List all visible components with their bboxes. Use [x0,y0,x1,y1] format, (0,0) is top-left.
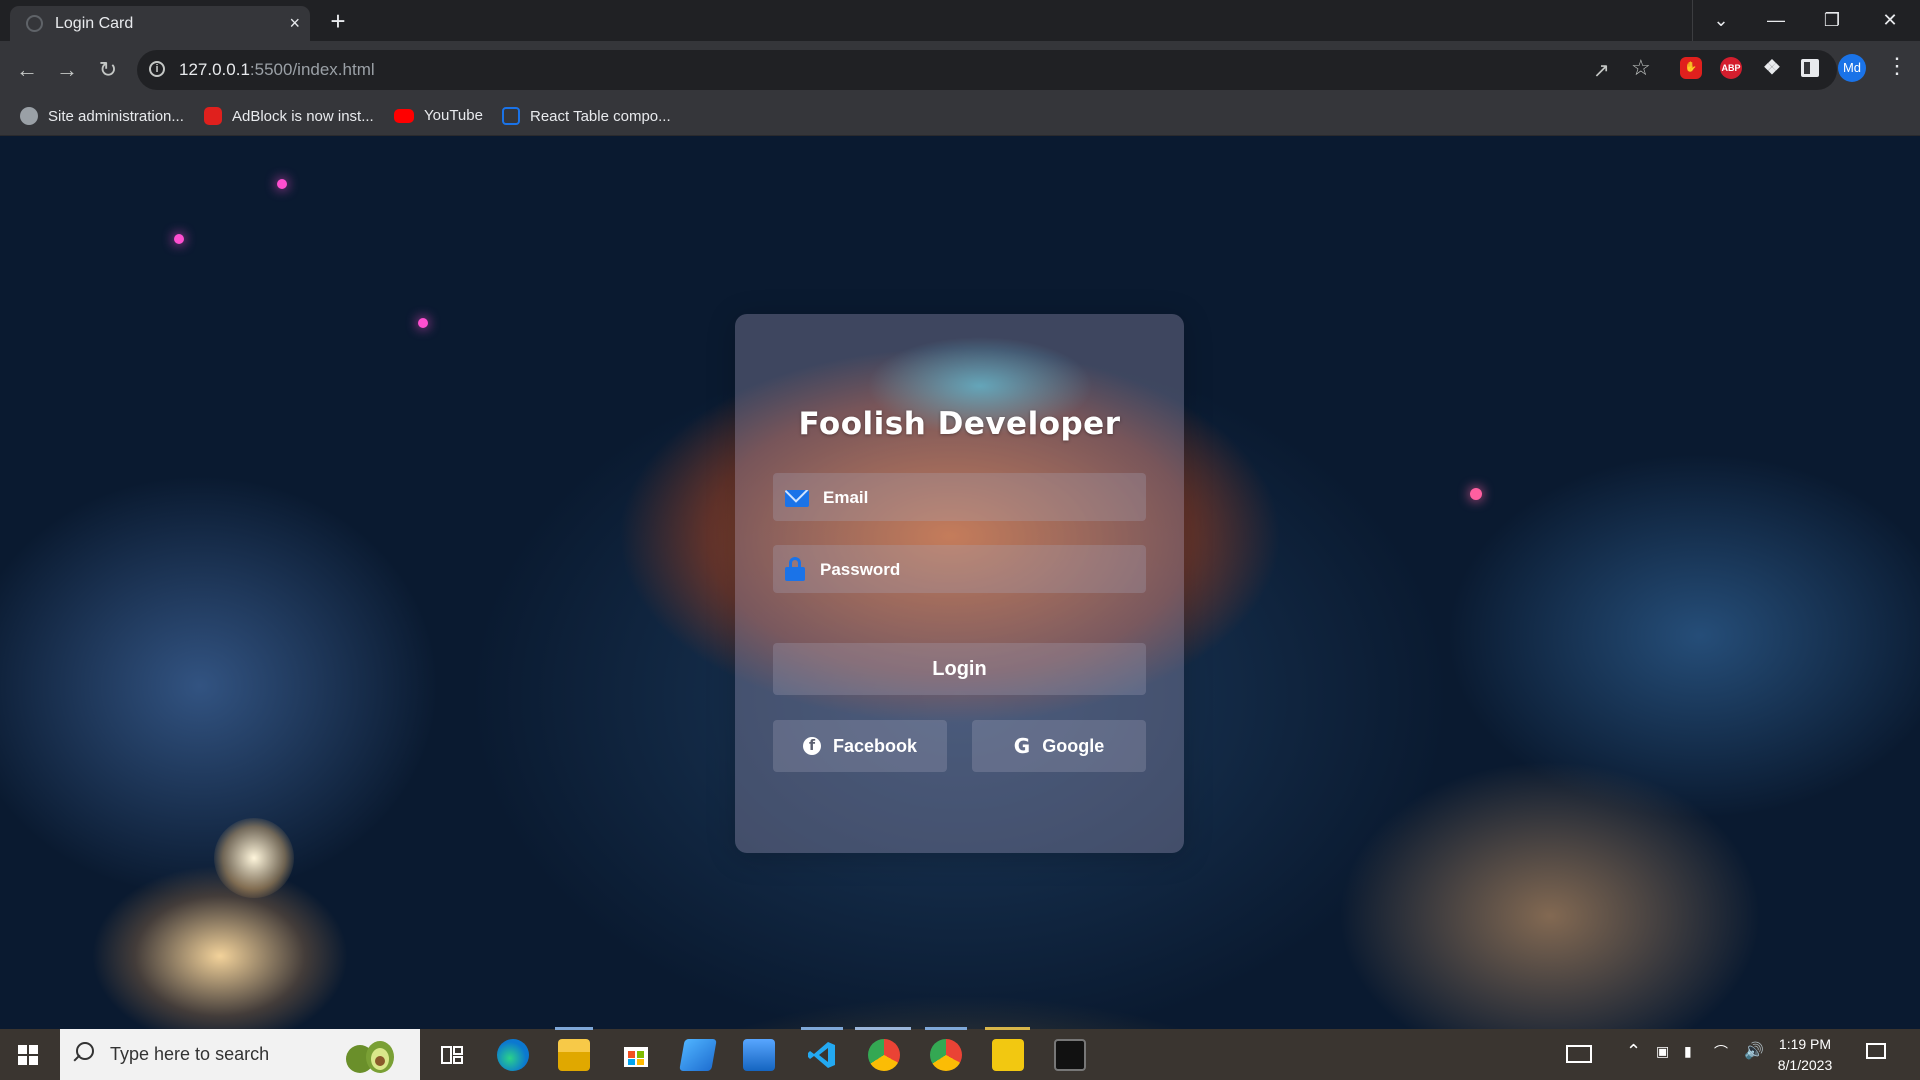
email-field[interactable]: Email [773,473,1146,521]
power-bi-icon[interactable] [992,1039,1024,1071]
react-table-icon [502,107,520,125]
new-tab-button[interactable]: + [324,8,352,34]
tab-search-icon[interactable]: ⌄ [1692,0,1749,41]
windows-taskbar: Type here to search ⌃ ▣ ▮ ⌒ 🔊 1:19 PM 8/… [0,1029,1920,1080]
side-panel-icon[interactable] [1801,59,1819,77]
bookmarks-bar: Site administration... AdBlock is now in… [0,98,1920,136]
glow-particle [174,234,184,244]
glow-particle [418,318,428,328]
page-background: Foolish Developer Email Password Login f… [0,136,1920,1029]
forward-icon[interactable]: → [52,55,82,85]
outlook-icon[interactable] [743,1039,775,1071]
youtube-icon [394,108,414,123]
bookmark-label: React Table compo... [530,107,671,125]
meet-now-icon[interactable]: ▣ [1656,1043,1669,1060]
avocado-doodle-icon [346,1041,394,1073]
restore-icon[interactable]: ❐ [1804,0,1860,41]
profile-avatar[interactable]: Md [1838,54,1866,82]
url-path: :5500/index.html [249,60,375,79]
bookmark-label: AdBlock is now inst... [232,107,374,125]
terminal-icon[interactable] [1054,1039,1086,1071]
page-favicon-icon [26,15,43,32]
bookmark-label: Site administration... [48,107,184,125]
browser-toolbar: ← → ↻ i 127.0.0.1:5500/index.html ↗ ☆ ✋ … [0,41,1920,98]
tab-title: Login Card [55,14,134,32]
clock-date: 8/1/2023 [1777,1057,1833,1073]
glow-particle [277,179,287,189]
globe-icon [20,107,38,125]
password-field[interactable]: Password [773,545,1146,593]
chrome-icon[interactable] [930,1039,962,1071]
bookmark-site-administration[interactable]: Site administration... [20,107,184,125]
wifi-icon[interactable]: ⌒ [1714,1042,1728,1062]
facebook-icon: f [802,737,821,755]
adblock-icon [204,107,222,125]
windows-start-icon[interactable] [18,1045,38,1065]
microsoft-store-icon[interactable] [620,1039,652,1071]
clock-time: 1:19 PM [1778,1036,1832,1052]
glow-light [214,818,294,898]
close-window-icon[interactable]: ✕ [1862,0,1918,41]
browser-tab[interactable]: Login Card × [10,6,310,41]
bookmark-adblock[interactable]: AdBlock is now inst... [204,107,374,125]
active-indicator [801,1027,843,1030]
password-placeholder: Password [820,560,901,579]
volume-icon[interactable]: 🔊 [1744,1041,1764,1061]
notifications-icon[interactable] [1866,1043,1886,1059]
vs-code-icon[interactable] [806,1039,838,1071]
login-card: Foolish Developer Email Password Login f… [735,314,1184,853]
share-icon[interactable]: ↗ [1593,58,1610,83]
tab-strip: Login Card × + ⌄ — ❐ ✕ [0,0,1920,41]
reload-icon[interactable]: ↻ [93,55,123,85]
lock-icon [785,557,805,581]
task-view-icon[interactable] [436,1039,468,1071]
bookmark-youtube[interactable]: YouTube [394,107,483,124]
facebook-label: Facebook [832,735,918,756]
active-indicator [985,1027,1030,1030]
taskbar-search-input[interactable]: Type here to search [60,1029,420,1080]
bookmark-label: YouTube [424,107,483,124]
site-info-icon[interactable]: i [149,61,165,77]
email-placeholder: Email [823,488,869,507]
bookmark-star-icon[interactable]: ☆ [1631,55,1651,81]
chrome-profile-icon[interactable] [868,1039,900,1071]
battery-icon[interactable]: ▮ [1684,1043,1692,1060]
active-indicator [925,1027,967,1030]
adblock-extension-icon[interactable]: ✋ [1680,57,1702,79]
google-login-button[interactable]: G Google [972,720,1146,772]
search-icon [76,1042,94,1060]
card-title: Foolish Developer [798,406,1121,442]
google-label: Google [1042,735,1105,756]
glow-particle [1470,488,1482,500]
active-indicator [855,1027,911,1030]
active-indicator [555,1027,593,1030]
keyboard-layout-icon[interactable] [1566,1045,1592,1063]
mail-app-icon[interactable] [679,1039,717,1071]
bookmark-react-table[interactable]: React Table compo... [502,107,671,125]
search-placeholder: Type here to search [110,1044,270,1064]
envelope-icon [785,490,809,507]
adblock-plus-extension-icon[interactable]: ABP [1720,57,1742,79]
url-host: 127.0.0.1 [179,60,250,79]
google-icon: G [1013,734,1031,758]
login-button[interactable]: Login [773,643,1146,695]
facebook-login-button[interactable]: f Facebook [773,720,947,772]
address-bar[interactable]: i 127.0.0.1:5500/index.html ↗ ☆ [137,50,1837,90]
edge-browser-icon[interactable] [497,1039,529,1071]
clock[interactable]: 1:19 PM 8/1/2023 [1770,1034,1840,1076]
url-text[interactable]: 127.0.0.1:5500/index.html [179,60,375,80]
file-explorer-icon[interactable] [558,1039,590,1071]
back-icon[interactable]: ← [12,55,42,85]
minimize-icon[interactable]: — [1748,0,1804,41]
more-menu-icon[interactable]: ⋮ [1886,53,1908,79]
chevron-up-icon[interactable]: ⌃ [1626,1041,1641,1062]
tab-close-icon[interactable]: × [289,13,300,34]
extensions-puzzle-icon[interactable]: ❖ [1761,57,1783,79]
